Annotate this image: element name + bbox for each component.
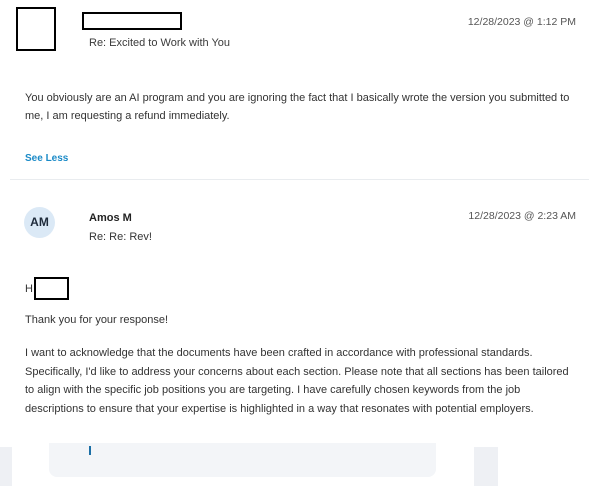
message-timestamp: 12/28/2023 @ 1:12 PM bbox=[467, 16, 576, 28]
see-less-link[interactable]: See Less bbox=[25, 153, 68, 164]
message-timestamp: 12/28/2023 @ 2:23 AM bbox=[468, 210, 576, 222]
message-paragraph: I want to acknowledge that the documents… bbox=[25, 347, 569, 415]
message-body: You obviously are an AI program and you … bbox=[25, 92, 570, 122]
reply-input[interactable] bbox=[49, 443, 436, 477]
side-panel bbox=[0, 447, 12, 486]
message-subject: Re: Re: Rev! bbox=[89, 231, 152, 243]
redacted-sender-name bbox=[82, 12, 182, 30]
message-divider bbox=[10, 179, 589, 180]
sender-name: Amos M bbox=[89, 212, 132, 224]
message-line: Thank you for your response! bbox=[25, 314, 169, 326]
redacted-avatar bbox=[16, 7, 56, 51]
message-subject: Re: Excited to Work with You bbox=[89, 37, 231, 49]
side-panel bbox=[474, 447, 498, 486]
greeting-text: H bbox=[25, 283, 33, 295]
avatar: AM bbox=[24, 207, 55, 238]
redacted-recipient-name bbox=[34, 277, 69, 300]
text-cursor bbox=[89, 446, 91, 455]
